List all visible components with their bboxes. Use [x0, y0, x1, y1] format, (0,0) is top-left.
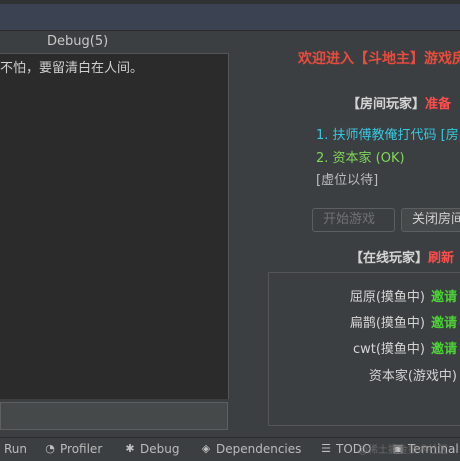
online-players-header: 【在线玩家】刷新 [350, 247, 454, 266]
run-tab[interactable]: Run [4, 442, 27, 456]
list-item: 资本家(游戏中) [369, 365, 457, 384]
profiler-tab[interactable]: ◔ Profiler [44, 442, 102, 456]
room-players-label: 【房间玩家】 [347, 97, 426, 112]
ready-status: 准备 [425, 97, 452, 112]
watermark: @稀土掘金技术社区 [358, 445, 448, 456]
debug-tab-title[interactable]: Debug(5) [47, 34, 108, 49]
room-players-header: 【房间玩家】准备 [347, 93, 451, 112]
online-players-list[interactable]: 屈原(摸鱼中) 邀请 扁鹊(摸鱼中) 邀请 cwt(摸鱼中) 邀请 资本家(游戏中) [268, 272, 460, 426]
room-player-2: 2. 资本家 (OK) [316, 151, 405, 166]
bug-icon: ✱ [125, 442, 135, 455]
list-icon: ☰ [321, 442, 331, 455]
online-player-name: cwt(摸鱼中) [352, 342, 425, 357]
debug-tab-row[interactable]: Debug(5) [0, 31, 230, 53]
online-player-name: 屈原(摸鱼中) [349, 290, 425, 305]
start-game-button[interactable]: 开始游戏 [312, 208, 395, 232]
tool-window-header [0, 4, 460, 31]
welcome-title: 欢迎进入【斗地主】游戏房 [298, 51, 460, 67]
list-item: 扁鹊(摸鱼中) 邀请 [350, 312, 457, 331]
refresh-link[interactable]: 刷新 [428, 251, 454, 266]
dependencies-tab[interactable]: ◈ Dependencies [200, 442, 302, 456]
list-item: 屈原(摸鱼中) 邀请 [350, 286, 457, 305]
online-players-label: 【在线玩家】 [350, 251, 429, 266]
close-room-button[interactable]: 关闭房间 [401, 208, 460, 232]
run-label: Run [4, 442, 28, 456]
profiler-label: Profiler [60, 442, 103, 456]
debug-label: Debug [140, 442, 180, 456]
online-player-name: 扁鹊(摸鱼中) [349, 316, 425, 331]
room-player-empty: [虚位以待] [316, 173, 379, 188]
invite-button[interactable]: 邀请 [431, 316, 457, 331]
dependencies-label: Dependencies [216, 442, 302, 456]
online-player-name: 资本家(游戏中) [368, 369, 457, 384]
chat-input[interactable] [0, 402, 228, 430]
invite-button[interactable]: 邀请 [431, 290, 457, 305]
list-item: cwt(摸鱼中) 邀请 [353, 338, 457, 357]
console-output[interactable]: 不怕，要留清白在人间。 [0, 53, 229, 399]
console-line: 不怕，要留清白在人间。 [0, 61, 144, 76]
room-player-1: 1. 扶师傅教俺打代码 [房 [316, 128, 459, 143]
profiler-icon: ◔ [45, 442, 55, 455]
layers-icon: ◈ [201, 442, 211, 455]
invite-button[interactable]: 邀请 [431, 342, 457, 357]
debug-tool-tab[interactable]: ✱ Debug [124, 442, 179, 456]
